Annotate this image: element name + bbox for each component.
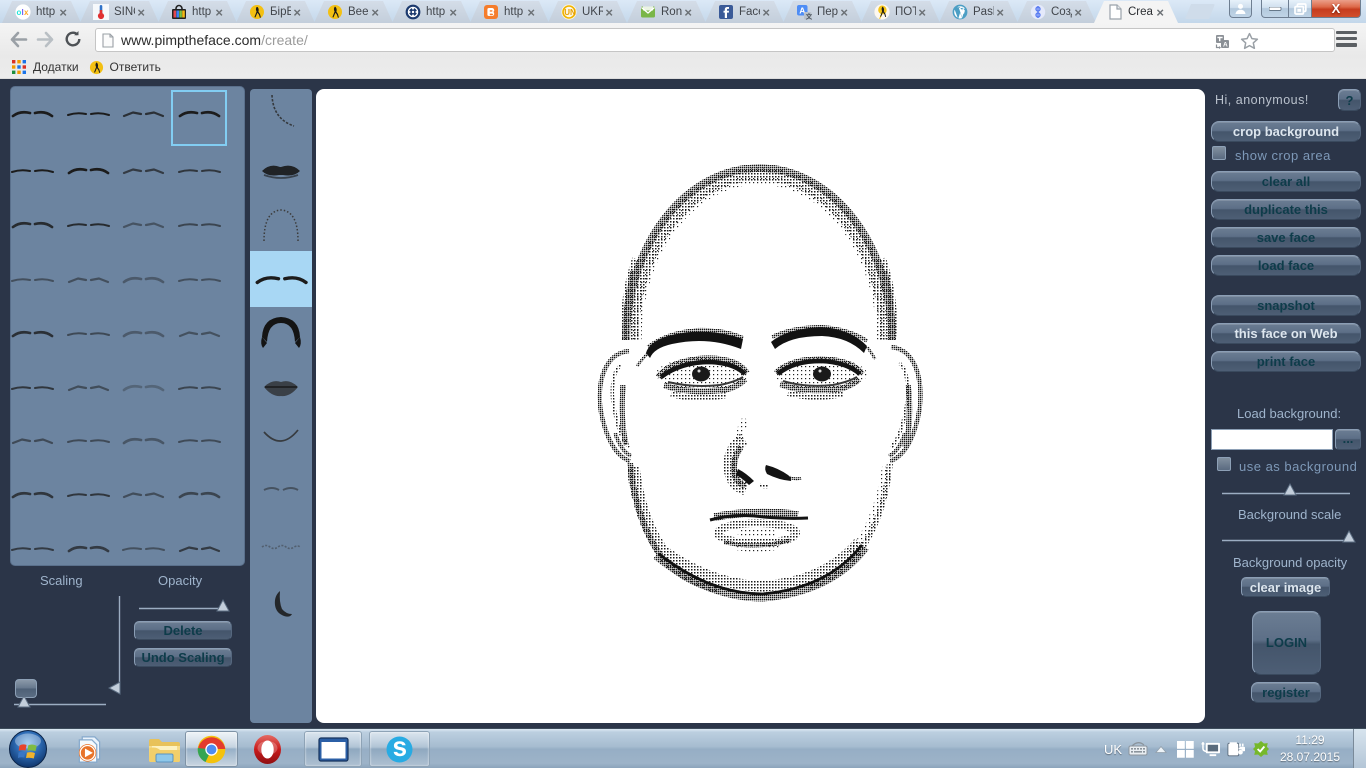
svg-text:文: 文 [805, 11, 812, 20]
svg-text:x: x [24, 8, 29, 17]
svg-text:UN: UN [564, 8, 576, 17]
svg-text:А: А [1223, 41, 1228, 48]
